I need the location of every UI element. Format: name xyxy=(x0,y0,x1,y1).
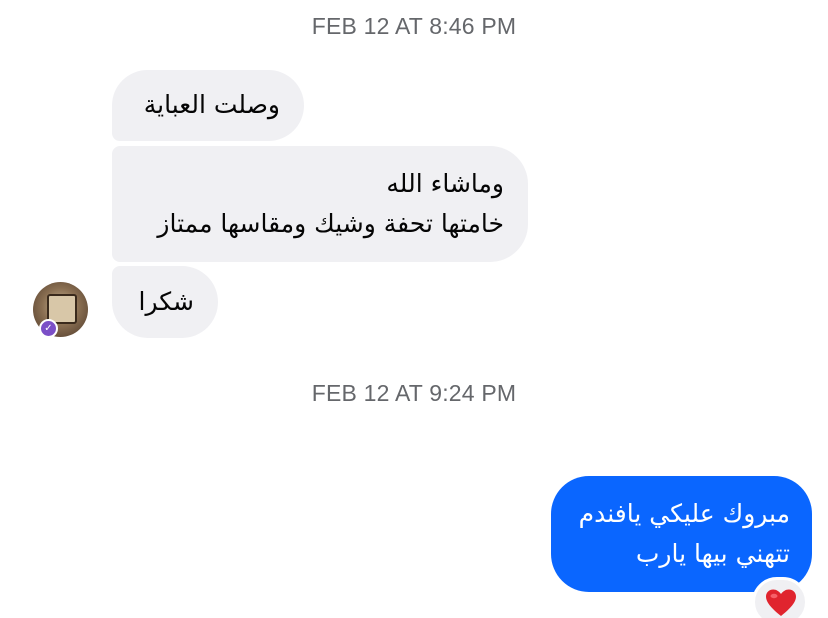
heart-icon xyxy=(766,589,796,616)
incoming-message[interactable]: وماشاء الله خامتها تحفة وشيك ومقاسها ممت… xyxy=(112,146,528,262)
incoming-message[interactable]: وصلت العباية xyxy=(112,70,304,141)
chat-thread: FEB 12 AT 8:46 PM وصلت العباية وماشاء ال… xyxy=(0,0,828,618)
status-badge-icon: ✓ xyxy=(39,319,58,338)
timestamp: FEB 12 AT 9:24 PM xyxy=(311,380,517,406)
outgoing-message[interactable]: مبروك عليكي يافندم تتهني بيها يارب xyxy=(551,476,812,592)
timestamp: FEB 12 AT 8:46 PM xyxy=(311,13,517,39)
incoming-message[interactable]: شكرا xyxy=(112,266,218,338)
reaction-badge[interactable] xyxy=(752,577,808,618)
